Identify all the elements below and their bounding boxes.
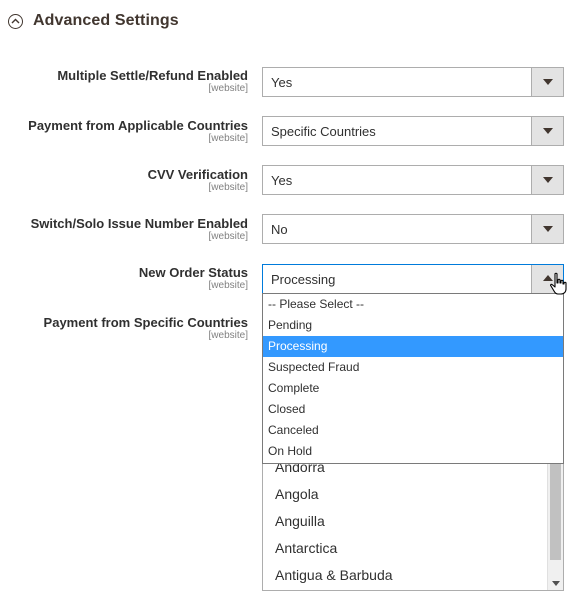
chevron-down-icon[interactable] xyxy=(531,166,563,194)
scope-text: [website] xyxy=(208,280,248,291)
specific-countries-listbox[interactable]: Andorra Angola Anguilla Antarctica Antig… xyxy=(262,445,564,591)
field-label-specific-countries: Payment from Specific Countries [website… xyxy=(44,315,248,341)
label-text: Switch/Solo Issue Number Enabled xyxy=(30,216,248,231)
switch-solo-select[interactable]: No xyxy=(262,214,564,244)
dropdown-option-selected[interactable]: Processing xyxy=(263,336,563,357)
select-value: Specific Countries xyxy=(271,124,376,139)
label-text: Payment from Specific Countries xyxy=(43,315,248,330)
select-value: Processing xyxy=(271,272,336,287)
order-status-dropdown[interactable]: -- Please Select -- Pending Processing S… xyxy=(262,293,564,464)
dropdown-option[interactable]: On Hold xyxy=(263,441,563,462)
field-label-switch-solo: Switch/Solo Issue Number Enabled [websit… xyxy=(31,216,248,242)
scope-text: [website] xyxy=(208,330,248,341)
collapse-up-icon[interactable] xyxy=(8,13,23,29)
country-option[interactable]: Antigua & Barbuda xyxy=(275,567,393,583)
label-text: Payment from Applicable Countries xyxy=(28,118,248,133)
multiple-settle-select[interactable]: Yes xyxy=(262,67,564,97)
label-text: New Order Status xyxy=(138,265,248,280)
country-option[interactable]: Antarctica xyxy=(275,540,337,556)
label-text: CVV Verification xyxy=(147,167,248,182)
select-value: No xyxy=(271,222,288,237)
section-header[interactable]: Advanced Settings xyxy=(8,9,179,33)
applicable-countries-select[interactable]: Specific Countries xyxy=(262,116,564,146)
scope-text: [website] xyxy=(208,83,248,94)
country-option[interactable]: Angola xyxy=(275,486,319,502)
chevron-down-icon[interactable] xyxy=(531,68,563,96)
section-title: Advanced Settings xyxy=(33,12,179,29)
dropdown-option[interactable]: -- Please Select -- xyxy=(263,294,563,315)
chevron-down-icon[interactable] xyxy=(531,117,563,145)
dropdown-option[interactable]: Closed xyxy=(263,399,563,420)
dropdown-option[interactable]: Canceled xyxy=(263,420,563,441)
cvv-verification-select[interactable]: Yes xyxy=(262,165,564,195)
label-text: Multiple Settle/Refund Enabled xyxy=(57,68,248,83)
dropdown-option[interactable]: Suspected Fraud xyxy=(263,357,563,378)
hand-pointer-icon xyxy=(550,272,567,295)
new-order-status-select[interactable]: Processing xyxy=(262,264,564,294)
field-label-new-order-status: New Order Status [website] xyxy=(139,265,248,291)
field-label-multiple-settle: Multiple Settle/Refund Enabled [website] xyxy=(57,68,248,94)
field-label-applicable-countries: Payment from Applicable Countries [websi… xyxy=(28,118,248,144)
country-option[interactable]: Anguilla xyxy=(275,513,325,529)
scope-text: [website] xyxy=(208,133,248,144)
dropdown-option[interactable]: Pending xyxy=(263,315,563,336)
scroll-thumb[interactable] xyxy=(550,448,561,560)
dropdown-option[interactable]: Complete xyxy=(263,378,563,399)
scroll-down-icon[interactable] xyxy=(552,581,560,586)
scope-text: [website] xyxy=(208,182,248,193)
select-value: Yes xyxy=(271,173,293,188)
chevron-down-icon[interactable] xyxy=(531,215,563,243)
select-value: Yes xyxy=(271,75,293,90)
scope-text: [website] xyxy=(208,231,248,242)
listbox-scrollbar[interactable] xyxy=(547,446,563,590)
field-label-cvv: CVV Verification [website] xyxy=(148,167,248,193)
